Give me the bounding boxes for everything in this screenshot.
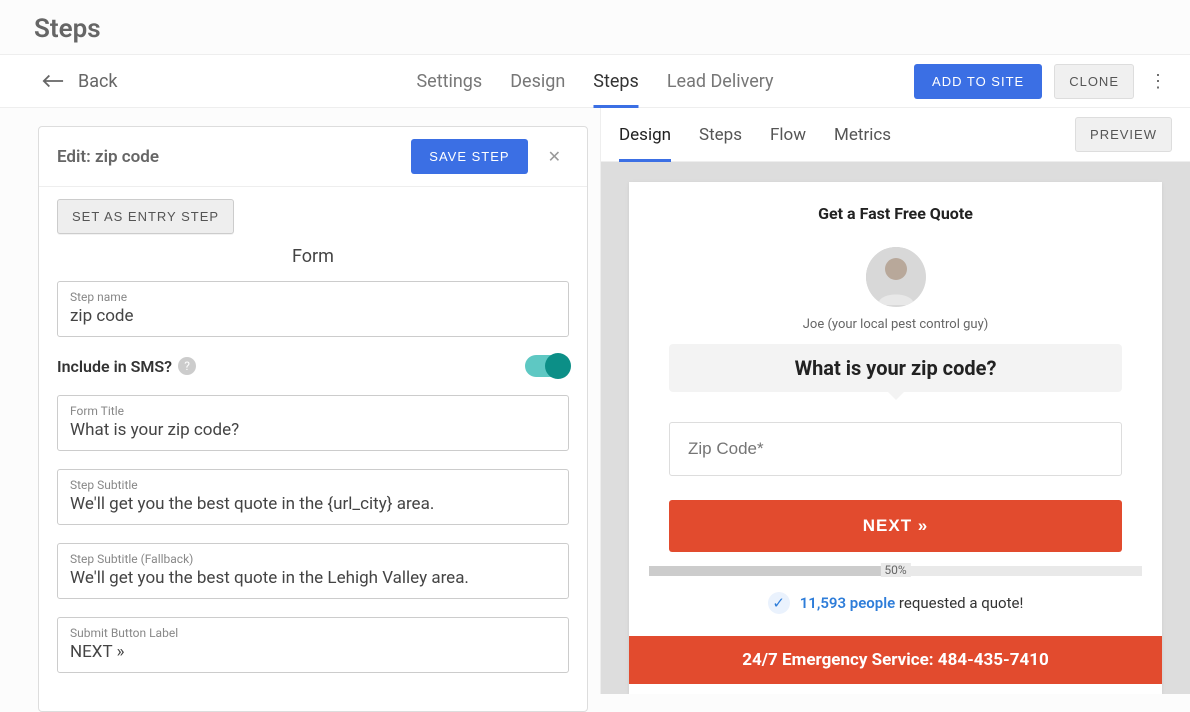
submit-button-label-label: Submit Button Label: [70, 626, 556, 640]
step-subtitle-fallback-label: Step Subtitle (Fallback): [70, 552, 556, 566]
arrow-left-icon: [42, 74, 64, 88]
set-entry-step-button[interactable]: SET AS ENTRY STEP: [57, 199, 234, 234]
social-suffix: requested a quote!: [895, 594, 1023, 612]
emergency-banner: 24/7 Emergency Service: 484-435-7410: [629, 636, 1162, 684]
editor-title: Edit: zip code: [57, 147, 399, 167]
step-subtitle-input[interactable]: [70, 494, 556, 514]
preview-tab-flow[interactable]: Flow: [770, 108, 806, 162]
progress-wrap: 50%: [649, 566, 1142, 576]
clone-button[interactable]: CLONE: [1054, 64, 1134, 99]
step-name-field[interactable]: Step name: [57, 281, 569, 337]
tab-settings[interactable]: Settings: [416, 54, 482, 108]
preview-tabs: Design Steps Flow Metrics: [619, 108, 891, 162]
editor-column: Edit: zip code SAVE STEP ✕ SET AS ENTRY …: [0, 108, 600, 694]
tab-lead-delivery[interactable]: Lead Delivery: [667, 54, 774, 108]
editor-header: Edit: zip code SAVE STEP ✕: [39, 127, 587, 187]
progress-bar: 50%: [649, 566, 1142, 576]
page-title: Steps: [0, 0, 1190, 54]
step-subtitle-fallback-input[interactable]: [70, 568, 556, 588]
preview-tab-steps[interactable]: Steps: [699, 108, 742, 162]
form-title-input[interactable]: [70, 420, 556, 440]
social-proof: ✓ 11,593 people requested a quote!: [768, 592, 1024, 614]
form-section-label: Form: [57, 246, 569, 267]
preview-column: Design Steps Flow Metrics PREVIEW Get a …: [600, 108, 1190, 694]
help-icon[interactable]: ?: [178, 357, 196, 375]
preview-button[interactable]: PREVIEW: [1075, 117, 1172, 152]
preview-stage: Get a Fast Free Quote Joe (your local pe…: [601, 162, 1190, 694]
add-to-site-button[interactable]: ADD TO SITE: [914, 64, 1042, 99]
include-sms-toggle[interactable]: [525, 355, 569, 377]
overflow-menu-icon[interactable]: ⋮: [1146, 69, 1170, 93]
top-actions: ADD TO SITE CLONE ⋮: [914, 64, 1170, 99]
step-name-input[interactable]: [70, 306, 556, 326]
step-subtitle-fallback-field[interactable]: Step Subtitle (Fallback): [57, 543, 569, 599]
progress-fill: [649, 566, 896, 576]
preview-tab-design[interactable]: Design: [619, 108, 671, 162]
form-title-label: Form Title: [70, 404, 556, 418]
preview-tab-metrics[interactable]: Metrics: [834, 108, 891, 162]
back-button[interactable]: Back: [42, 71, 118, 92]
step-name-label: Step name: [70, 290, 556, 304]
submit-button-label-input[interactable]: [70, 642, 556, 662]
avatar-caption: Joe (your local pest control guy): [803, 317, 989, 332]
close-icon[interactable]: ✕: [540, 143, 569, 170]
back-label: Back: [78, 71, 118, 92]
save-step-button[interactable]: SAVE STEP: [411, 139, 527, 174]
check-icon: ✓: [768, 592, 790, 614]
progress-label: 50%: [880, 563, 910, 577]
social-count: 11,593 people: [800, 594, 896, 612]
content-area: Edit: zip code SAVE STEP ✕ SET AS ENTRY …: [0, 108, 1190, 694]
preview-tabs-row: Design Steps Flow Metrics PREVIEW: [601, 108, 1190, 162]
top-bar: Back Settings Design Steps Lead Delivery…: [0, 54, 1190, 108]
step-subtitle-field[interactable]: Step Subtitle: [57, 469, 569, 525]
step-subtitle-label: Step Subtitle: [70, 478, 556, 492]
editor-card: Edit: zip code SAVE STEP ✕ SET AS ENTRY …: [38, 126, 588, 712]
zip-code-input[interactable]: [669, 422, 1122, 476]
tab-design[interactable]: Design: [510, 54, 565, 108]
avatar: [866, 247, 926, 307]
tab-steps[interactable]: Steps: [593, 54, 639, 108]
avatar-image-icon: [866, 247, 926, 307]
submit-button-label-field[interactable]: Submit Button Label: [57, 617, 569, 673]
include-sms-label: Include in SMS?: [57, 357, 172, 376]
top-tabs: Settings Design Steps Lead Delivery: [416, 54, 773, 108]
editor-body: SET AS ENTRY STEP Form Step name Include…: [39, 187, 587, 711]
preview-heading: Get a Fast Free Quote: [818, 204, 973, 223]
include-sms-row: Include in SMS? ?: [57, 355, 569, 377]
form-title-field[interactable]: Form Title: [57, 395, 569, 451]
form-preview: Get a Fast Free Quote Joe (your local pe…: [629, 182, 1162, 694]
next-button[interactable]: NEXT »: [669, 500, 1122, 552]
preview-question: What is your zip code?: [669, 344, 1122, 392]
